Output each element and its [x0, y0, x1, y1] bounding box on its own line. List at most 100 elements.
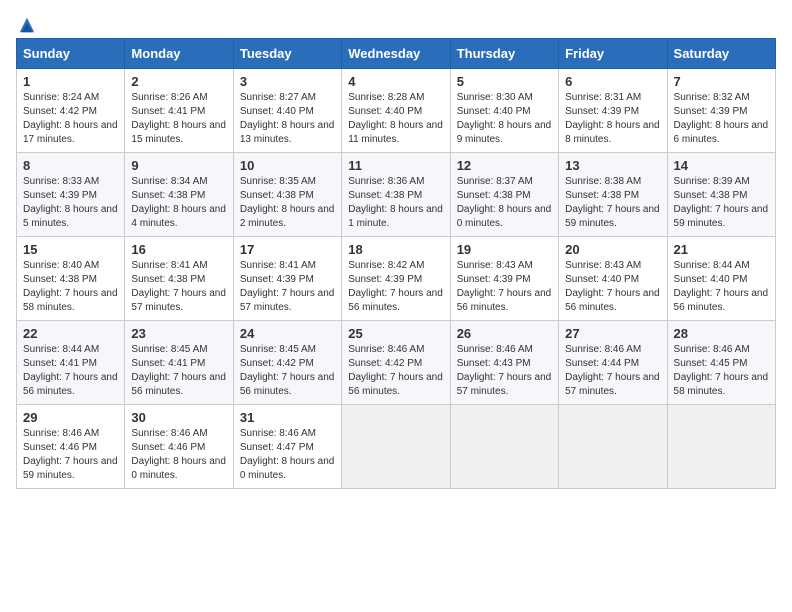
- day-number: 15: [23, 242, 118, 257]
- day-number: 25: [348, 326, 443, 341]
- day-info: Sunrise: 8:27 AMSunset: 4:40 PMDaylight:…: [240, 91, 335, 147]
- day-info: Sunrise: 8:46 AMSunset: 4:42 PMDaylight:…: [348, 343, 443, 399]
- calendar-table: SundayMondayTuesdayWednesdayThursdayFrid…: [16, 38, 776, 489]
- day-info: Sunrise: 8:46 AMSunset: 4:44 PMDaylight:…: [565, 343, 660, 399]
- calendar-cell: 27 Sunrise: 8:46 AMSunset: 4:44 PMDaylig…: [559, 321, 667, 405]
- logo: [16, 16, 36, 30]
- day-number: 28: [674, 326, 769, 341]
- day-info: Sunrise: 8:39 AMSunset: 4:38 PMDaylight:…: [674, 175, 769, 231]
- weekday-header-saturday: Saturday: [667, 39, 775, 69]
- day-info: Sunrise: 8:46 AMSunset: 4:46 PMDaylight:…: [23, 427, 118, 483]
- day-number: 16: [131, 242, 226, 257]
- day-number: 8: [23, 158, 118, 173]
- calendar-cell: 14 Sunrise: 8:39 AMSunset: 4:38 PMDaylig…: [667, 153, 775, 237]
- day-info: Sunrise: 8:42 AMSunset: 4:39 PMDaylight:…: [348, 259, 443, 315]
- day-number: 21: [674, 242, 769, 257]
- day-number: 24: [240, 326, 335, 341]
- calendar-cell: 16 Sunrise: 8:41 AMSunset: 4:38 PMDaylig…: [125, 237, 233, 321]
- calendar-cell: 15 Sunrise: 8:40 AMSunset: 4:38 PMDaylig…: [17, 237, 125, 321]
- day-info: Sunrise: 8:40 AMSunset: 4:38 PMDaylight:…: [23, 259, 118, 315]
- calendar-week-4: 22 Sunrise: 8:44 AMSunset: 4:41 PMDaylig…: [17, 321, 776, 405]
- calendar-cell: [667, 405, 775, 489]
- calendar-cell: 3 Sunrise: 8:27 AMSunset: 4:40 PMDayligh…: [233, 69, 341, 153]
- day-number: 5: [457, 74, 552, 89]
- calendar-cell: 2 Sunrise: 8:26 AMSunset: 4:41 PMDayligh…: [125, 69, 233, 153]
- weekday-header-thursday: Thursday: [450, 39, 558, 69]
- calendar-cell: 4 Sunrise: 8:28 AMSunset: 4:40 PMDayligh…: [342, 69, 450, 153]
- calendar-cell: 19 Sunrise: 8:43 AMSunset: 4:39 PMDaylig…: [450, 237, 558, 321]
- day-info: Sunrise: 8:41 AMSunset: 4:39 PMDaylight:…: [240, 259, 335, 315]
- calendar-cell: 24 Sunrise: 8:45 AMSunset: 4:42 PMDaylig…: [233, 321, 341, 405]
- day-info: Sunrise: 8:34 AMSunset: 4:38 PMDaylight:…: [131, 175, 226, 231]
- calendar-week-2: 8 Sunrise: 8:33 AMSunset: 4:39 PMDayligh…: [17, 153, 776, 237]
- calendar-cell: 20 Sunrise: 8:43 AMSunset: 4:40 PMDaylig…: [559, 237, 667, 321]
- calendar-cell: [342, 405, 450, 489]
- weekday-header-sunday: Sunday: [17, 39, 125, 69]
- day-number: 26: [457, 326, 552, 341]
- calendar-cell: 17 Sunrise: 8:41 AMSunset: 4:39 PMDaylig…: [233, 237, 341, 321]
- day-info: Sunrise: 8:45 AMSunset: 4:42 PMDaylight:…: [240, 343, 335, 399]
- calendar-cell: 30 Sunrise: 8:46 AMSunset: 4:46 PMDaylig…: [125, 405, 233, 489]
- day-number: 4: [348, 74, 443, 89]
- day-number: 9: [131, 158, 226, 173]
- calendar-cell: [559, 405, 667, 489]
- weekday-header-friday: Friday: [559, 39, 667, 69]
- day-info: Sunrise: 8:38 AMSunset: 4:38 PMDaylight:…: [565, 175, 660, 231]
- calendar-header-row: SundayMondayTuesdayWednesdayThursdayFrid…: [17, 39, 776, 69]
- day-info: Sunrise: 8:41 AMSunset: 4:38 PMDaylight:…: [131, 259, 226, 315]
- day-info: Sunrise: 8:28 AMSunset: 4:40 PMDaylight:…: [348, 91, 443, 147]
- day-info: Sunrise: 8:46 AMSunset: 4:43 PMDaylight:…: [457, 343, 552, 399]
- day-number: 10: [240, 158, 335, 173]
- day-info: Sunrise: 8:44 AMSunset: 4:41 PMDaylight:…: [23, 343, 118, 399]
- calendar-cell: 13 Sunrise: 8:38 AMSunset: 4:38 PMDaylig…: [559, 153, 667, 237]
- day-number: 14: [674, 158, 769, 173]
- day-info: Sunrise: 8:24 AMSunset: 4:42 PMDaylight:…: [23, 91, 118, 147]
- day-info: Sunrise: 8:35 AMSunset: 4:38 PMDaylight:…: [240, 175, 335, 231]
- weekday-header-wednesday: Wednesday: [342, 39, 450, 69]
- calendar-cell: 6 Sunrise: 8:31 AMSunset: 4:39 PMDayligh…: [559, 69, 667, 153]
- day-number: 23: [131, 326, 226, 341]
- day-info: Sunrise: 8:44 AMSunset: 4:40 PMDaylight:…: [674, 259, 769, 315]
- day-number: 18: [348, 242, 443, 257]
- day-info: Sunrise: 8:46 AMSunset: 4:46 PMDaylight:…: [131, 427, 226, 483]
- weekday-header-tuesday: Tuesday: [233, 39, 341, 69]
- day-number: 31: [240, 410, 335, 425]
- day-info: Sunrise: 8:26 AMSunset: 4:41 PMDaylight:…: [131, 91, 226, 147]
- weekday-header-monday: Monday: [125, 39, 233, 69]
- calendar-cell: 18 Sunrise: 8:42 AMSunset: 4:39 PMDaylig…: [342, 237, 450, 321]
- calendar-week-5: 29 Sunrise: 8:46 AMSunset: 4:46 PMDaylig…: [17, 405, 776, 489]
- day-info: Sunrise: 8:46 AMSunset: 4:45 PMDaylight:…: [674, 343, 769, 399]
- day-info: Sunrise: 8:30 AMSunset: 4:40 PMDaylight:…: [457, 91, 552, 147]
- calendar-cell: 10 Sunrise: 8:35 AMSunset: 4:38 PMDaylig…: [233, 153, 341, 237]
- day-number: 6: [565, 74, 660, 89]
- day-number: 17: [240, 242, 335, 257]
- calendar-cell: 7 Sunrise: 8:32 AMSunset: 4:39 PMDayligh…: [667, 69, 775, 153]
- calendar-cell: 5 Sunrise: 8:30 AMSunset: 4:40 PMDayligh…: [450, 69, 558, 153]
- day-info: Sunrise: 8:36 AMSunset: 4:38 PMDaylight:…: [348, 175, 443, 231]
- calendar-cell: 28 Sunrise: 8:46 AMSunset: 4:45 PMDaylig…: [667, 321, 775, 405]
- day-number: 27: [565, 326, 660, 341]
- day-number: 19: [457, 242, 552, 257]
- page-header: [16, 16, 776, 30]
- calendar-week-3: 15 Sunrise: 8:40 AMSunset: 4:38 PMDaylig…: [17, 237, 776, 321]
- calendar-cell: 9 Sunrise: 8:34 AMSunset: 4:38 PMDayligh…: [125, 153, 233, 237]
- day-number: 20: [565, 242, 660, 257]
- calendar-cell: 29 Sunrise: 8:46 AMSunset: 4:46 PMDaylig…: [17, 405, 125, 489]
- calendar-cell: 23 Sunrise: 8:45 AMSunset: 4:41 PMDaylig…: [125, 321, 233, 405]
- calendar-cell: 31 Sunrise: 8:46 AMSunset: 4:47 PMDaylig…: [233, 405, 341, 489]
- calendar-cell: [450, 405, 558, 489]
- calendar-cell: 12 Sunrise: 8:37 AMSunset: 4:38 PMDaylig…: [450, 153, 558, 237]
- calendar-cell: 22 Sunrise: 8:44 AMSunset: 4:41 PMDaylig…: [17, 321, 125, 405]
- day-number: 3: [240, 74, 335, 89]
- logo-icon: [18, 16, 36, 34]
- calendar-cell: 25 Sunrise: 8:46 AMSunset: 4:42 PMDaylig…: [342, 321, 450, 405]
- day-number: 22: [23, 326, 118, 341]
- day-info: Sunrise: 8:37 AMSunset: 4:38 PMDaylight:…: [457, 175, 552, 231]
- calendar-cell: 11 Sunrise: 8:36 AMSunset: 4:38 PMDaylig…: [342, 153, 450, 237]
- calendar-week-1: 1 Sunrise: 8:24 AMSunset: 4:42 PMDayligh…: [17, 69, 776, 153]
- day-number: 30: [131, 410, 226, 425]
- day-info: Sunrise: 8:46 AMSunset: 4:47 PMDaylight:…: [240, 427, 335, 483]
- calendar-cell: 26 Sunrise: 8:46 AMSunset: 4:43 PMDaylig…: [450, 321, 558, 405]
- day-info: Sunrise: 8:43 AMSunset: 4:40 PMDaylight:…: [565, 259, 660, 315]
- day-number: 1: [23, 74, 118, 89]
